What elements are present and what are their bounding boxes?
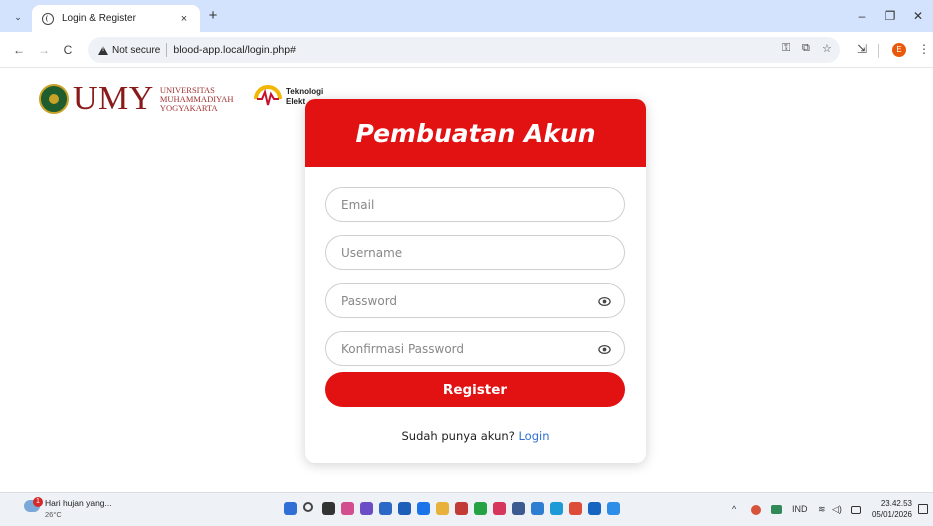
edge-icon[interactable]	[550, 502, 563, 515]
tray-chevron-icon[interactable]: ^	[732, 504, 736, 514]
clock-time: 23.42.53	[880, 499, 912, 508]
username-input[interactable]	[341, 245, 581, 260]
url-text[interactable]: blood-app.local/login.php#	[173, 44, 296, 56]
register-button[interactable]: Register	[325, 372, 625, 407]
profile-avatar[interactable]: E	[892, 43, 906, 57]
browser-tab[interactable]: Login & Register ×	[32, 5, 200, 32]
forward-button[interactable]: →	[34, 40, 54, 60]
task-view-icon[interactable]	[322, 502, 335, 515]
browser-menu-icon[interactable]: ⋮	[918, 42, 930, 56]
extensions-icon[interactable]: ⇲	[857, 42, 867, 56]
login-link[interactable]: Login	[518, 429, 549, 443]
umy-logo: UMY UNIVERSITAS MUHAMMADIYAH YOGYAKARTA	[39, 80, 234, 117]
confirm-password-input[interactable]	[341, 341, 581, 356]
browser-tab-strip: ⌄ Login & Register × + – ❐ ✕	[0, 0, 933, 32]
new-tab-button[interactable]: +	[204, 7, 222, 25]
weather-text[interactable]: Hari hujan yang...	[45, 498, 112, 508]
notification-center-icon[interactable]	[918, 504, 928, 514]
register-title: Pembuatan Akun	[355, 118, 596, 148]
username-field[interactable]	[325, 235, 625, 270]
widgets-icon[interactable]	[341, 502, 354, 515]
chrome-icon[interactable]	[569, 502, 582, 515]
login-prompt-text: Sudah punya akun?	[401, 429, 515, 443]
language-indicator[interactable]: IND	[792, 504, 808, 514]
whatsapp-icon[interactable]	[474, 502, 487, 515]
app-icon[interactable]	[379, 502, 392, 515]
password-input[interactable]	[341, 293, 581, 308]
file-explorer-icon[interactable]	[436, 502, 449, 515]
app-icon[interactable]	[417, 502, 430, 515]
address-bar[interactable]: Not secure blood-app.local/login.php# ⚿ …	[88, 37, 840, 63]
confirm-password-field[interactable]	[325, 331, 625, 366]
register-card-header: Pembuatan Akun	[305, 99, 646, 167]
clock-date: 05/01/2026	[871, 510, 912, 519]
app-icon[interactable]	[607, 502, 620, 515]
app-icon[interactable]	[360, 502, 373, 515]
system-clock[interactable]: 23.42.53 05/01/2026	[866, 498, 912, 520]
eye-icon[interactable]	[598, 295, 611, 308]
wifi-icon[interactable]: ≋	[818, 504, 826, 515]
email-field[interactable]	[325, 187, 625, 222]
close-window-button[interactable]: ✕	[904, 6, 932, 26]
tray-app-icon[interactable]	[771, 505, 782, 514]
restore-button[interactable]: ❐	[876, 6, 904, 26]
email-input[interactable]	[341, 197, 581, 212]
back-button[interactable]: ←	[9, 40, 29, 60]
tray-app-icon[interactable]	[751, 505, 761, 515]
login-prompt-row: Sudah punya akun? Login	[305, 429, 646, 443]
app-icon[interactable]	[493, 502, 506, 515]
bookmark-star-icon[interactable]: ☆	[822, 42, 832, 55]
toolbar-divider	[878, 44, 879, 58]
weather-temperature: 26°C	[45, 510, 62, 519]
security-label[interactable]: Not secure	[112, 45, 160, 56]
notification-badge: 1	[33, 497, 43, 507]
register-card: Pembuatan Akun Register Sudah punya akun…	[305, 99, 646, 463]
eye-icon[interactable]	[598, 343, 611, 356]
warning-icon	[98, 45, 108, 55]
battery-icon[interactable]	[851, 506, 861, 514]
translate-icon[interactable]: ⧉	[802, 42, 810, 55]
reload-button[interactable]: C	[58, 40, 78, 60]
app-icon[interactable]	[512, 502, 525, 515]
search-icon[interactable]	[303, 502, 313, 512]
app-icon[interactable]	[455, 502, 468, 515]
page-content: UMY UNIVERSITAS MUHAMMADIYAH YOGYAKARTA …	[0, 68, 933, 492]
globe-icon	[42, 12, 54, 25]
start-icon[interactable]	[284, 502, 297, 515]
umy-emblem-icon	[39, 84, 69, 114]
minimize-button[interactable]: –	[848, 6, 876, 26]
tab-title: Login & Register	[62, 13, 136, 24]
vscode-icon[interactable]	[531, 502, 544, 515]
app-icon[interactable]	[398, 502, 411, 515]
address-divider	[166, 43, 168, 57]
umy-logo-subtitle: UNIVERSITAS MUHAMMADIYAH YOGYAKARTA	[159, 84, 234, 113]
tab-search-icon[interactable]: ⌄	[8, 7, 28, 27]
tab-close-icon[interactable]: ×	[174, 13, 194, 25]
teknik-elektro-emblem-icon	[254, 85, 282, 106]
volume-icon[interactable]: ◁)	[832, 504, 842, 515]
outlook-icon[interactable]	[588, 502, 601, 515]
umy-logo-word: UMY	[73, 80, 154, 117]
windows-taskbar: 1 Hari hujan yang... 26°C ^ IND ≋ ◁) 23.…	[0, 492, 933, 526]
password-field[interactable]	[325, 283, 625, 318]
browser-toolbar: ← → C Not secure blood-app.local/login.p…	[0, 32, 933, 68]
password-key-icon[interactable]: ⚿	[782, 42, 790, 55]
